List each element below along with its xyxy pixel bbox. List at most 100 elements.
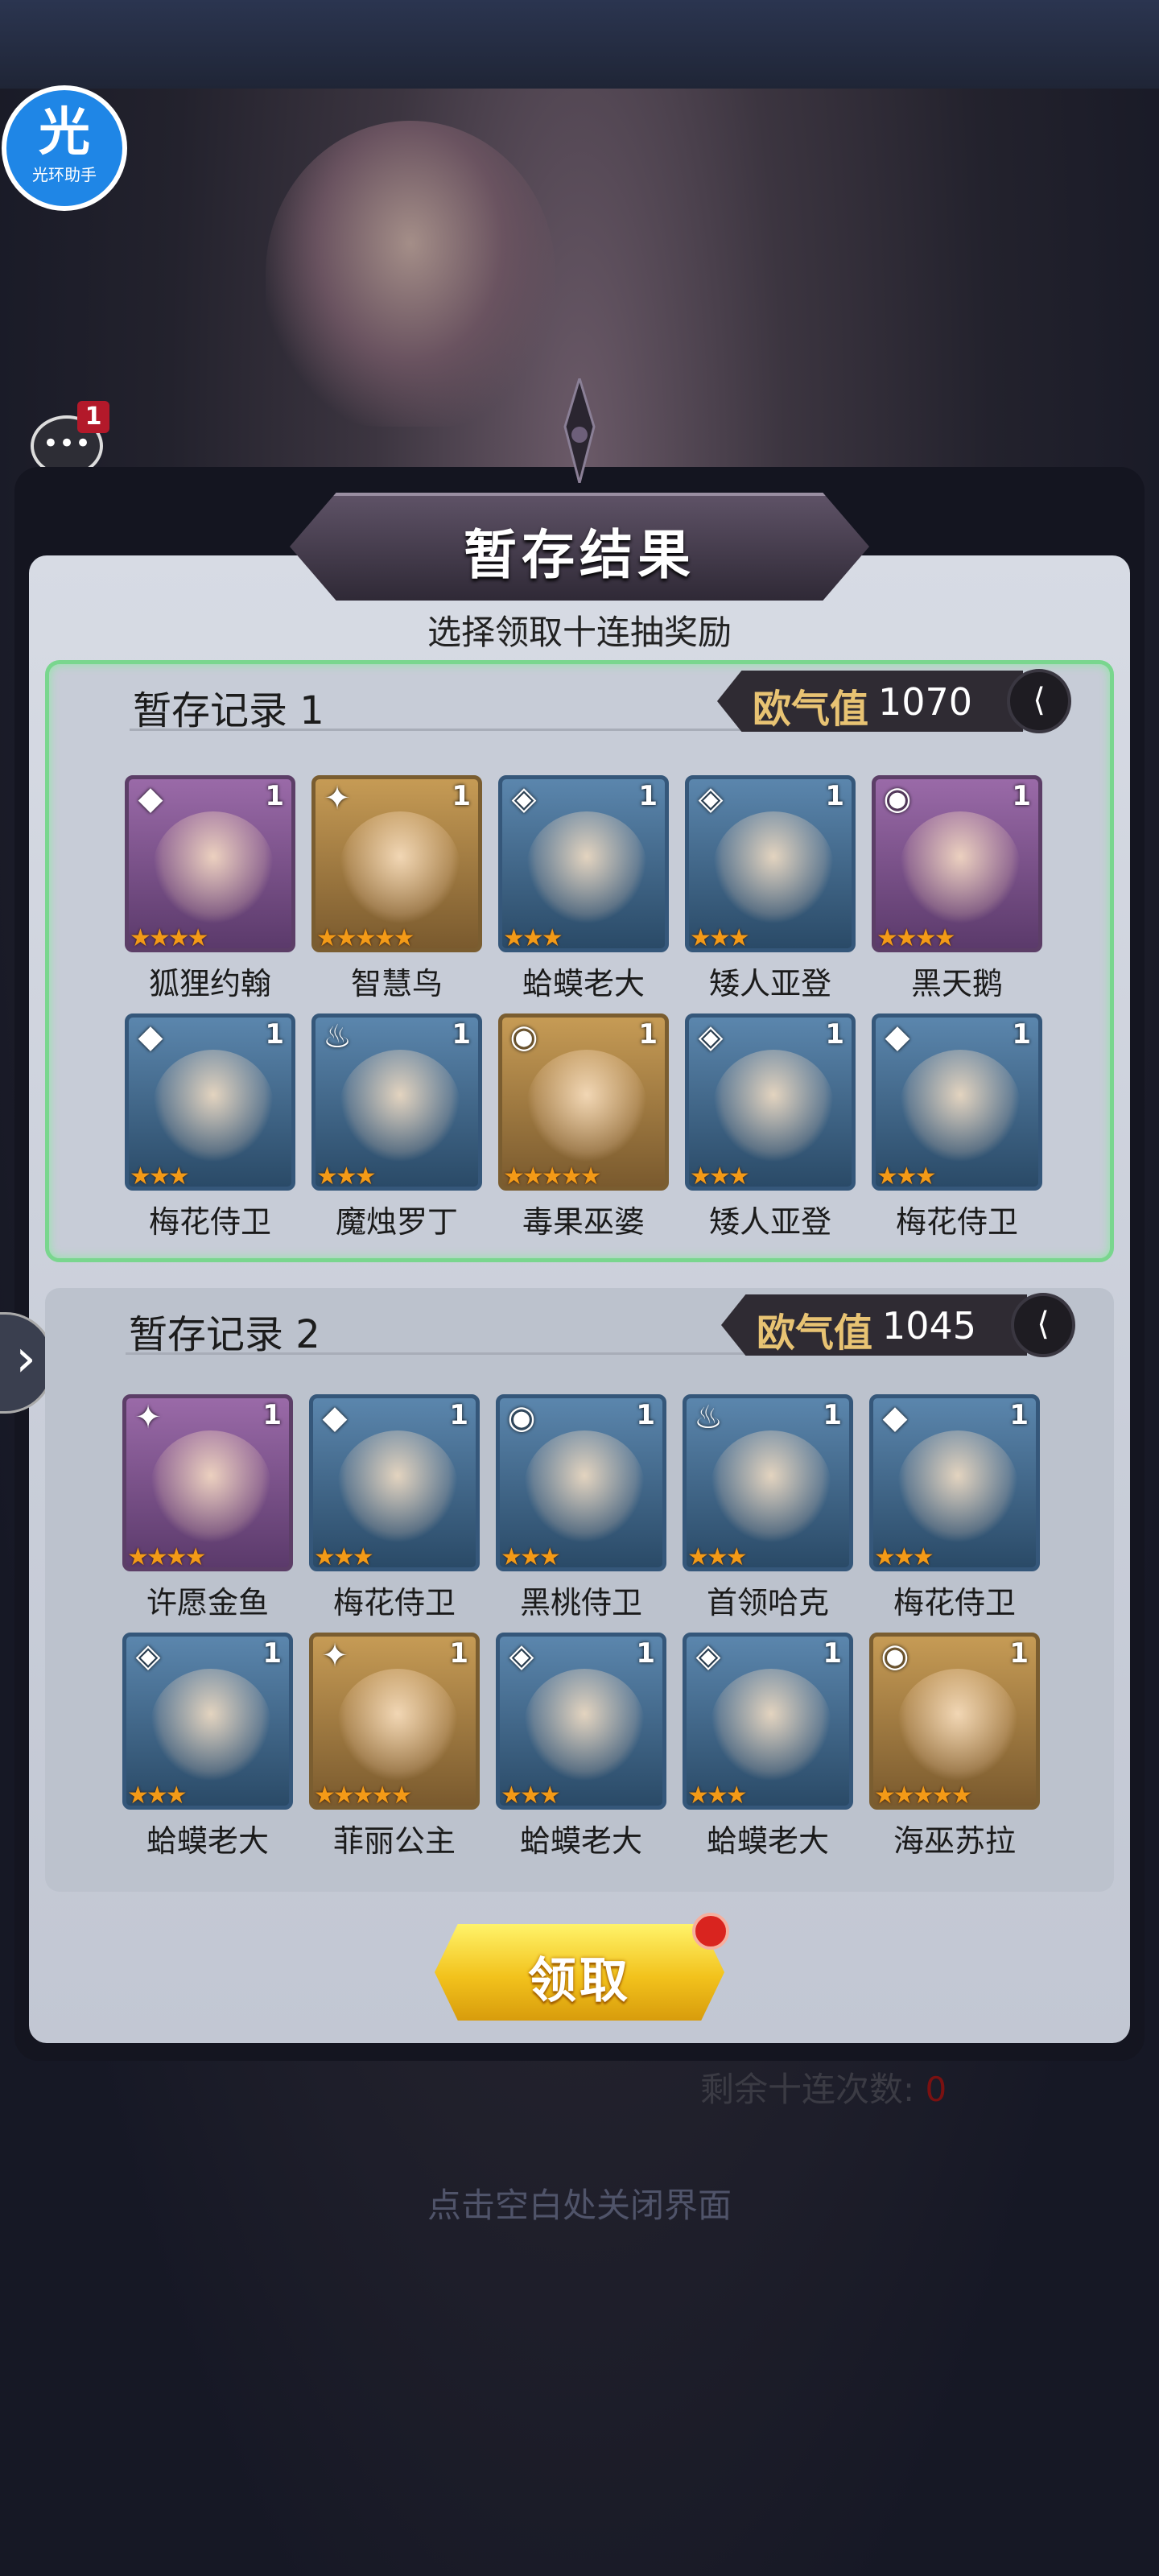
hero-count: 1 (449, 1637, 468, 1670)
hero-stars: ★★★★ (876, 924, 956, 952)
hero-name: 许愿金鱼 (146, 1585, 269, 1620)
hero-name: 智慧鸟 (350, 966, 443, 1001)
hero-card[interactable]: ✦ 1 ★★★★★ 智慧鸟 (311, 775, 482, 1001)
faction-icon: ♨ (323, 1018, 352, 1055)
faction-icon: ◈ (509, 1637, 534, 1674)
close-hint[interactable]: 点击空白处关闭界面 (0, 2178, 1159, 2227)
hero-count: 1 (823, 1399, 842, 1431)
hero-stars: ★★★★ (127, 1543, 207, 1571)
hero-stars: ★★★ (687, 1543, 748, 1571)
hero-name: 蛤蟆老大 (522, 966, 645, 1001)
hero-name: 矮人亚登 (708, 1204, 831, 1240)
hero-stars: ★★★ (501, 1543, 561, 1571)
background-character-art (266, 121, 555, 427)
halo-assistant-button[interactable]: 光 光环助手 (2, 85, 127, 211)
faction-icon: ◈ (135, 1637, 161, 1674)
hero-card[interactable]: ◉ 1 ★★★★★ 毒果巫婆 (498, 1013, 669, 1240)
hero-card[interactable]: ◈ 1 ★★★ 蛤蟆老大 (498, 775, 669, 1001)
luck-value-display: 欧气值 1070 ⟨ (717, 669, 1071, 733)
hero-count: 1 (825, 780, 844, 812)
hero-name: 首领哈克 (706, 1585, 829, 1620)
hero-count: 1 (452, 1018, 471, 1051)
hero-count: 1 (449, 1399, 468, 1431)
hero-stars: ★★★ (314, 1543, 374, 1571)
hero-name: 蛤蟆老大 (146, 1823, 269, 1859)
hero-count: 1 (262, 1399, 282, 1431)
hero-card[interactable]: ◆ 1 ★★★★ 狐狸约翰 (125, 775, 295, 1001)
share-icon[interactable]: ⟨ (1011, 1293, 1075, 1357)
hero-card[interactable]: ◈ 1 ★★★ 蛤蟆老大 (683, 1633, 853, 1859)
hero-name: 黑桃侍卫 (519, 1585, 642, 1620)
hero-count: 1 (638, 780, 658, 812)
share-icon[interactable]: ⟨ (1007, 669, 1071, 733)
hero-name: 菲丽公主 (332, 1823, 456, 1859)
hero-card[interactable]: ♨ 1 ★★★ 首领哈克 (683, 1394, 853, 1620)
hero-count: 1 (825, 1018, 844, 1051)
record-card-1[interactable]: 暂存记录 1 欧气值 1070 ⟨ ◆ 1 ★★★★ 狐狸约翰 ✦ 1 ★★★★… (45, 660, 1114, 1262)
hero-count: 1 (638, 1018, 658, 1051)
hero-count: 1 (636, 1637, 655, 1670)
hero-count: 1 (823, 1637, 842, 1670)
luck-value: 1070 (878, 680, 973, 724)
hero-card[interactable]: ✦ 1 ★★★★ 许愿金鱼 (122, 1394, 293, 1620)
luck-label: 欧气值 (757, 1311, 873, 1356)
claim-button[interactable]: 领取 (435, 1913, 729, 2021)
faction-icon: ◆ (138, 1018, 163, 1055)
faction-icon: ◉ (509, 1018, 538, 1055)
faction-icon: ✦ (321, 1637, 349, 1674)
hero-count: 1 (265, 1018, 284, 1051)
hero-stars: ★★★ (316, 1162, 377, 1191)
hero-card[interactable]: ◆ 1 ★★★ 梅花侍卫 (125, 1013, 295, 1240)
hero-stars: ★★★ (127, 1781, 188, 1810)
hero-count: 1 (265, 780, 284, 812)
hero-name: 黑天鹅 (910, 966, 1003, 1001)
hero-stars: ★★★ (876, 1162, 937, 1191)
hero-card[interactable]: ◆ 1 ★★★ 梅花侍卫 (872, 1013, 1042, 1240)
hero-card[interactable]: ◈ 1 ★★★ 矮人亚登 (685, 1013, 856, 1240)
popup-title-plate: 暂存结果 (290, 493, 869, 601)
hero-count: 1 (636, 1399, 655, 1431)
assistant-logo-glyph: 光 (39, 103, 90, 163)
chat-unread-badge: 1 (77, 401, 109, 433)
hero-stars: ★★★ (690, 924, 750, 952)
faction-icon: ◈ (698, 1018, 724, 1055)
faction-icon: ◆ (882, 1399, 908, 1436)
faction-icon: ✦ (134, 1399, 162, 1436)
hero-card[interactable]: ◉ 1 ★★★ 黑桃侍卫 (496, 1394, 666, 1620)
hero-card[interactable]: ♨ 1 ★★★ 魔烛罗丁 (311, 1013, 482, 1240)
faction-icon: ♨ (694, 1399, 723, 1436)
claim-button-label: 领取 (528, 1953, 631, 2009)
popup-title: 暂存结果 (464, 524, 695, 586)
remaining-draws: 剩余十连次数: 0 (700, 2062, 947, 2112)
hero-card[interactable]: ◉ 1 ★★★★ 黑天鹅 (872, 775, 1042, 1001)
hero-count: 1 (1012, 1018, 1031, 1051)
hero-count: 1 (452, 780, 471, 812)
faction-icon: ◈ (695, 1637, 721, 1674)
hero-name: 梅花侍卫 (895, 1204, 1018, 1240)
crest-ornament-icon (563, 378, 596, 483)
hero-stars: ★★★ (690, 1162, 750, 1191)
hero-stars: ★★★ (501, 1781, 561, 1810)
hero-count: 1 (1009, 1637, 1029, 1670)
hero-card[interactable]: ◈ 1 ★★★ 蛤蟆老大 (122, 1633, 293, 1859)
record-title: 暂存记录 2 (129, 1312, 320, 1357)
hero-card[interactable]: ◆ 1 ★★★ 梅花侍卫 (309, 1394, 480, 1620)
hero-name: 梅花侍卫 (332, 1585, 456, 1620)
hero-card[interactable]: ◉ 1 ★★★★★ 海巫苏拉 (869, 1633, 1040, 1859)
hero-name: 蛤蟆老大 (706, 1823, 829, 1859)
hero-name: 梅花侍卫 (148, 1204, 271, 1240)
hero-stars: ★★★★★ (316, 924, 415, 952)
hero-card[interactable]: ◈ 1 ★★★ 蛤蟆老大 (496, 1633, 666, 1859)
hero-name: 梅花侍卫 (893, 1585, 1016, 1620)
hero-card[interactable]: ◈ 1 ★★★ 矮人亚登 (685, 775, 856, 1001)
claim-notification-dot (692, 1913, 729, 1950)
hero-count: 1 (262, 1637, 282, 1670)
hero-card[interactable]: ✦ 1 ★★★★★ 菲丽公主 (309, 1633, 480, 1859)
hero-name: 海巫苏拉 (893, 1823, 1016, 1859)
hero-stars: ★★★ (130, 1162, 190, 1191)
hero-card[interactable]: ◆ 1 ★★★ 梅花侍卫 (869, 1394, 1040, 1620)
record-title: 暂存记录 1 (133, 688, 324, 733)
record-card-2[interactable]: 暂存记录 2 欧气值 1045 ⟨ ✦ 1 ★★★★ 许愿金鱼 ◆ 1 ★★★ … (45, 1288, 1114, 1892)
luck-value: 1045 (882, 1304, 977, 1348)
hero-stars: ★★★ (687, 1781, 748, 1810)
